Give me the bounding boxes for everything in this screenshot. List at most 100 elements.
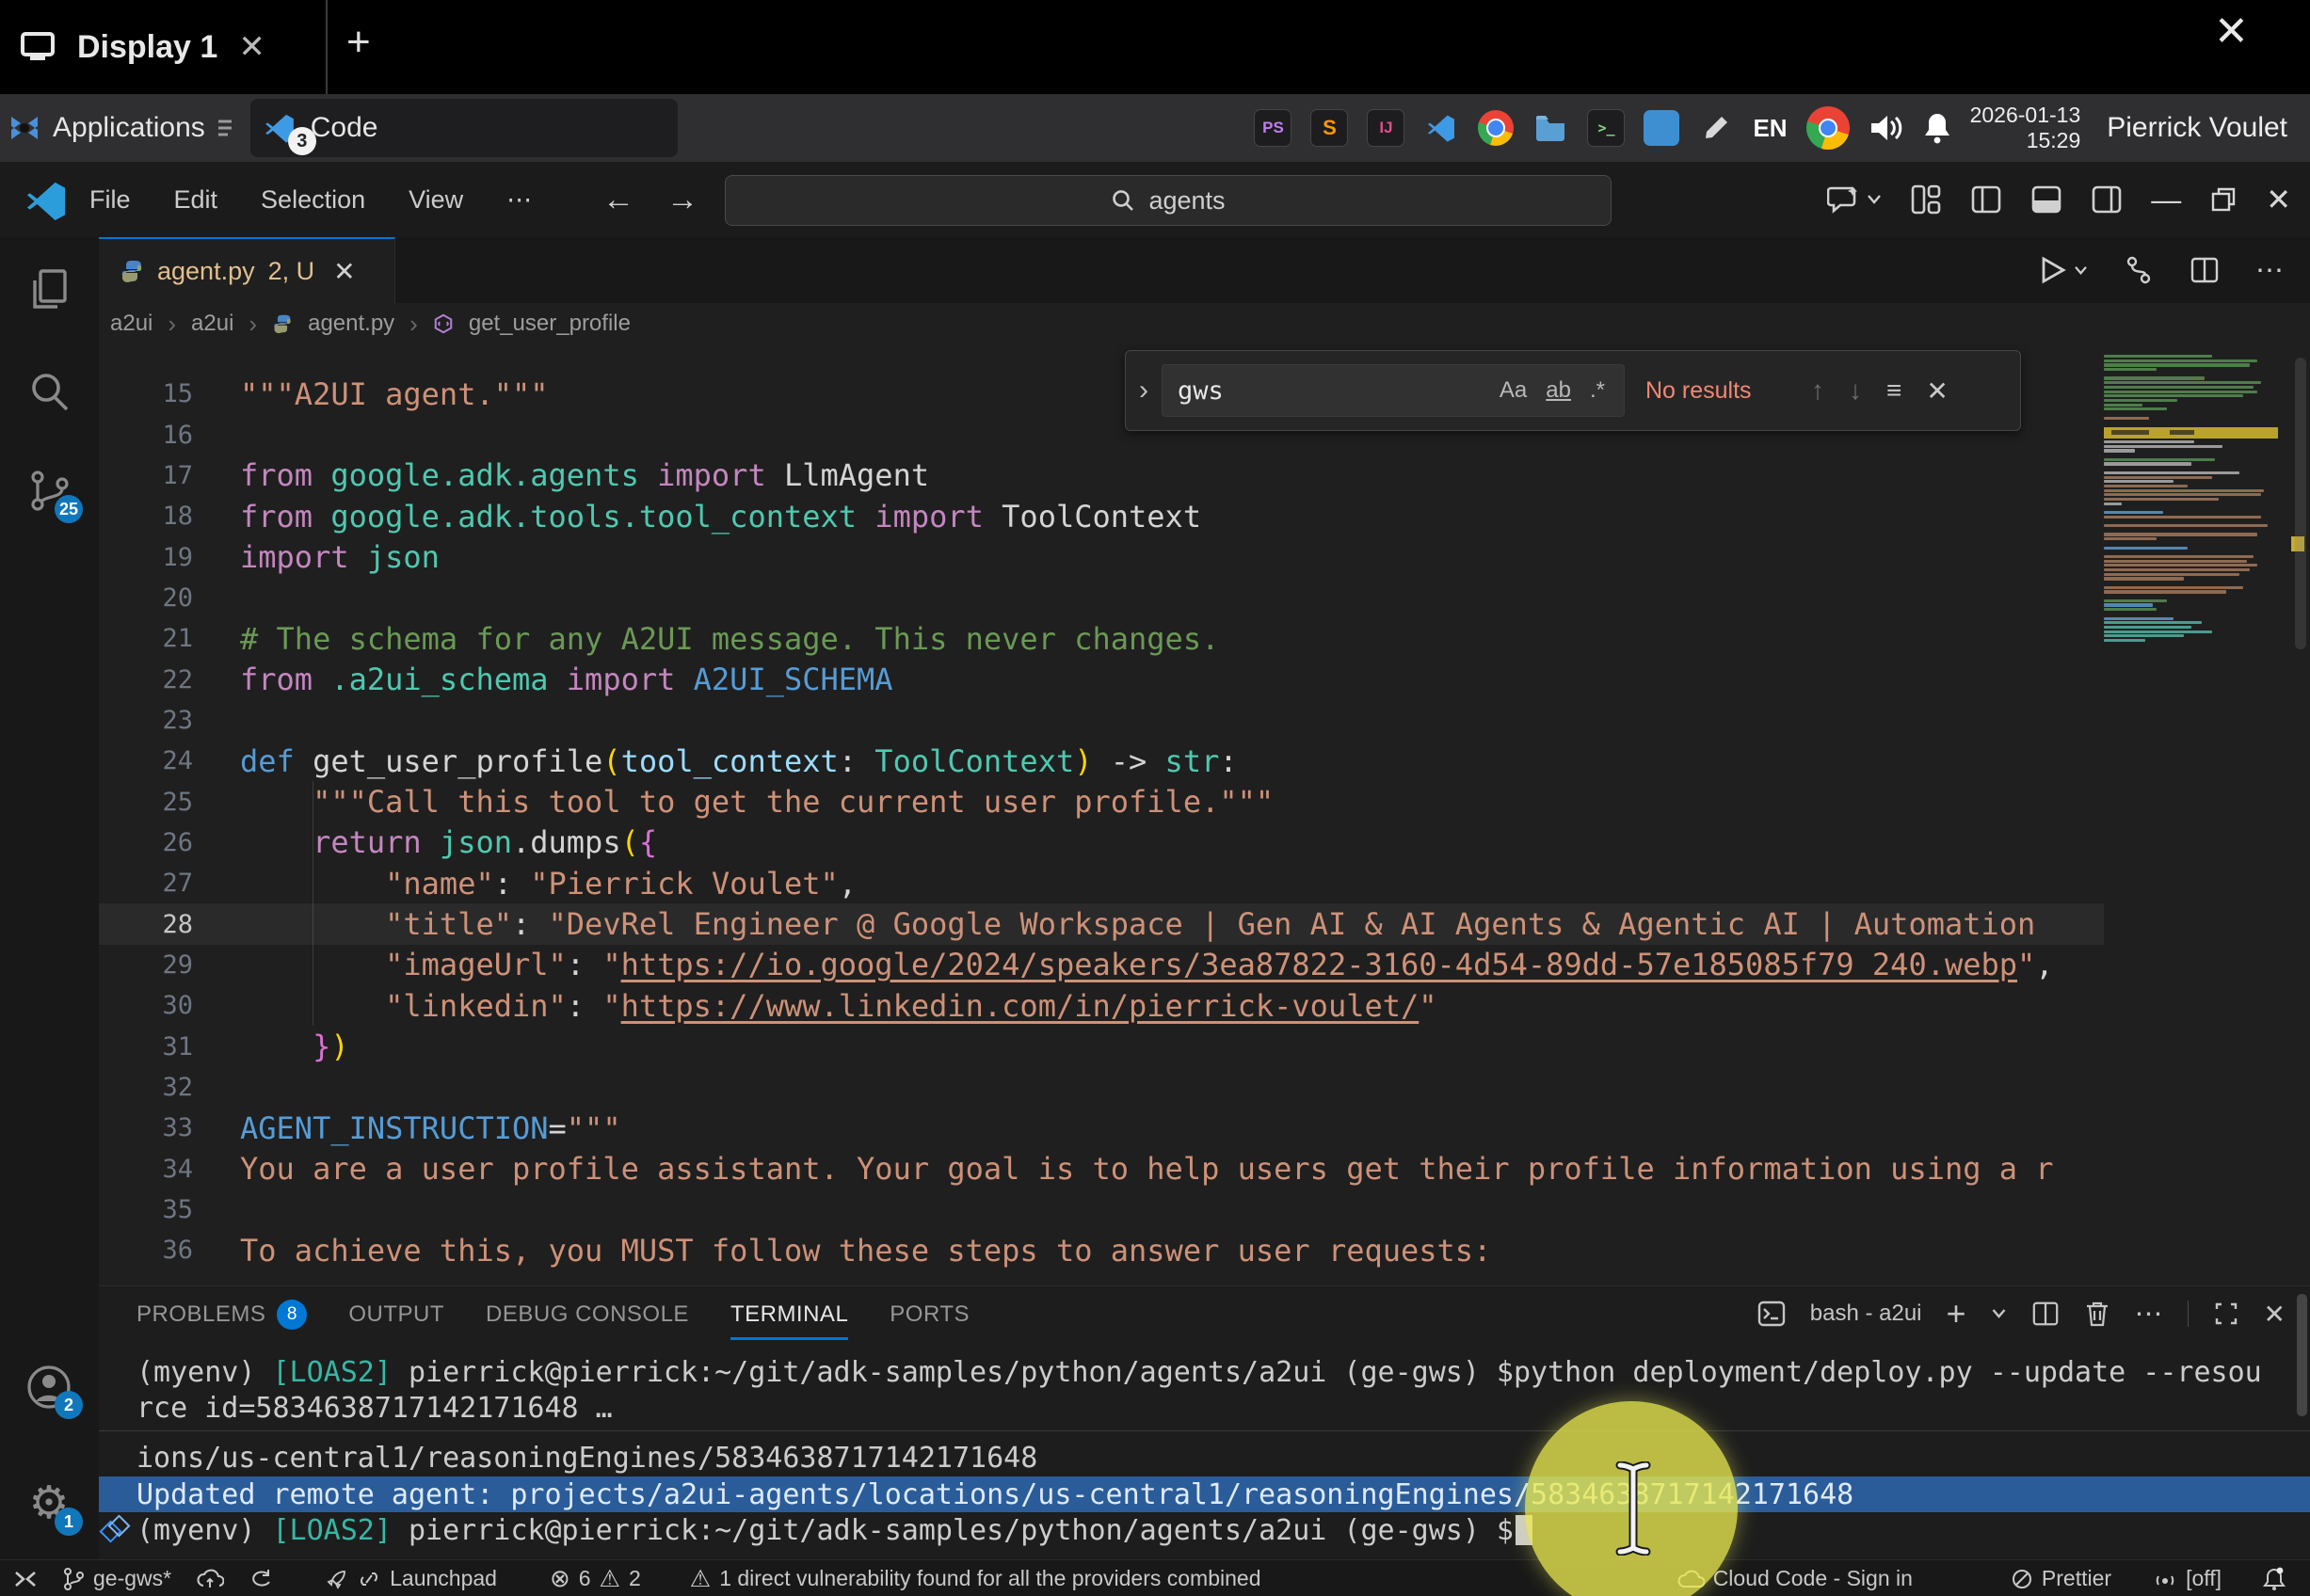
menu-file[interactable]: File (89, 185, 131, 215)
panel-tab-terminal[interactable]: TERMINAL (730, 1288, 848, 1340)
vulnerability-status[interactable]: ⚠ 1 direct vulnerability found for all t… (690, 1565, 1261, 1593)
code-line-28[interactable]: 28 "title": "DevRel Engineer @ Google Wo… (99, 903, 2104, 944)
viewer-close-button[interactable]: ✕ (2214, 8, 2249, 56)
customize-layout-icon[interactable] (1910, 184, 1942, 215)
terminal-output[interactable]: (myenv) [LOAS2] pierrick@pierrick:~/git/… (99, 1341, 2310, 1573)
vscode-tray-icon[interactable] (1423, 110, 1459, 146)
terminal-dropdown-icon[interactable] (1991, 1308, 2007, 1319)
terminal-line[interactable]: (myenv) [LOAS2] pierrick@pierrick:~/git/… (99, 1512, 2310, 1548)
problems-status[interactable]: ⊗ 6 ⚠ 2 (550, 1564, 641, 1593)
window-close-icon[interactable]: ✕ (2266, 182, 2291, 217)
code-line-36[interactable]: 36To achieve this, you MUST follow these… (99, 1230, 2104, 1270)
run-button[interactable] (2040, 256, 2088, 284)
code-line-30[interactable]: 30 "linkedin": "https://www.linkedin.com… (99, 985, 2104, 1026)
find-next-icon[interactable]: ↓ (1849, 375, 1862, 406)
menu-selection[interactable]: Selection (261, 185, 365, 215)
toggle-secondary-sidebar-icon[interactable] (2091, 184, 2123, 215)
code-line-22[interactable]: 22from .a2ui_schema import A2UI_SCHEMA (99, 659, 2104, 699)
restore-icon[interactable] (2209, 185, 2238, 214)
code-line-19[interactable]: 19import json (99, 536, 2104, 577)
code-line-25[interactable]: 25 """Call this tool to get the current … (99, 781, 2104, 822)
code-line-32[interactable]: 32 (99, 1067, 2104, 1108)
code-line-35[interactable]: 35 (99, 1189, 2104, 1230)
regex-toggle[interactable]: .* (1590, 377, 1605, 404)
terminal-title[interactable]: bash - a2ui (1810, 1301, 1922, 1327)
files-icon[interactable] (1532, 110, 1568, 146)
git-branch-status[interactable]: ge-gws* (62, 1566, 171, 1591)
minimap[interactable] (2104, 355, 2278, 644)
breadcrumb-symbol[interactable]: get_user_profile (469, 311, 631, 337)
minimize-icon[interactable]: — (2151, 183, 2181, 217)
code-line-26[interactable]: 26 return json.dumps({ (99, 822, 2104, 863)
code-line-21[interactable]: 21# The schema for any A2UI message. Thi… (99, 618, 2104, 659)
match-case-toggle[interactable]: Aa (1500, 377, 1527, 404)
search-sidebar-icon[interactable] (24, 367, 73, 416)
display-tab-close-icon[interactable]: ✕ (238, 28, 265, 66)
code-line-17[interactable]: 17from google.adk.agents import LlmAgent (99, 455, 2104, 496)
tab-close-icon[interactable]: ✕ (333, 256, 355, 287)
sync-status-icon[interactable] (249, 1568, 273, 1590)
terminal-tray-icon[interactable]: >_ (1587, 109, 1625, 147)
keyboard-layout-indicator[interactable]: EN (1753, 114, 1787, 143)
code-line-20[interactable]: 20 (99, 578, 2104, 618)
chromium-icon[interactable] (1478, 110, 1514, 146)
terminal-scrollbar[interactable] (2297, 1294, 2307, 1416)
go-back-icon[interactable]: ← (602, 182, 634, 218)
more-actions-icon[interactable]: ⋯ (2255, 254, 2284, 287)
close-panel-icon[interactable]: ✕ (2264, 1299, 2286, 1330)
find-input[interactable]: gws Aa ab .* (1162, 364, 1625, 417)
panel-tab-problems[interactable]: PROBLEMS8 (136, 1286, 307, 1342)
menu-edit[interactable]: Edit (174, 185, 218, 215)
phpstorm-icon[interactable]: PS (1254, 109, 1291, 147)
screencast-status[interactable]: [off] (2153, 1566, 2222, 1591)
terminal-line[interactable]: ions/us-central1/reasoningEngines/583463… (99, 1441, 2310, 1476)
toggle-sidebar-icon[interactable] (1970, 184, 2002, 215)
code-line-27[interactable]: 27 "name": "Pierrick Voulet", (99, 863, 2104, 903)
remote-indicator[interactable] (13, 1568, 38, 1590)
chrome-icon[interactable] (1806, 106, 1850, 150)
find-previous-icon[interactable]: ↑ (1811, 375, 1824, 406)
code-line-24[interactable]: 24def get_user_profile(tool_context: Too… (99, 741, 2104, 781)
menu-overflow-icon[interactable]: ⋯ (506, 185, 532, 215)
code-line-18[interactable]: 18from google.adk.tools.tool_context imp… (99, 496, 2104, 536)
panel-tab-output[interactable]: OUTPUT (348, 1288, 444, 1340)
terminal-line[interactable]: (myenv) [LOAS2] pierrick@pierrick:~/git/… (99, 1354, 2310, 1390)
taskbar-window-code[interactable]: 3 Code (250, 99, 678, 157)
code-line-31[interactable]: 31 }) (99, 1027, 2104, 1067)
source-control-graph-icon[interactable] (2124, 255, 2154, 285)
tab-agent-py[interactable]: agent.py 2, U ✕ (99, 237, 395, 303)
clock[interactable]: 2026-01-13 15:29 (1970, 103, 2081, 153)
explorer-icon[interactable] (24, 265, 73, 314)
terminal-line[interactable]: rce id=5834638717142171648 … (99, 1390, 2310, 1426)
kill-terminal-icon[interactable] (2084, 1300, 2110, 1328)
display-settings-icon[interactable] (1644, 110, 1679, 146)
chat-button[interactable] (1827, 184, 1882, 215)
breadcrumb-a2ui-2[interactable]: a2ui (191, 311, 233, 337)
find-expand-chevron-icon[interactable]: › (1139, 375, 1148, 407)
editor-scrollbar[interactable] (2295, 358, 2306, 649)
panel-more-icon[interactable]: ⋯ (2135, 1298, 2163, 1331)
split-terminal-icon[interactable] (2031, 1300, 2060, 1328)
toggle-panel-icon[interactable] (2030, 184, 2062, 215)
code-line-33[interactable]: 33AGENT_INSTRUCTION=""" (99, 1108, 2104, 1148)
accounts-icon[interactable]: 2 (24, 1363, 73, 1412)
go-forward-icon[interactable]: → (666, 182, 698, 218)
sublime-icon[interactable]: S (1310, 109, 1348, 147)
find-close-icon[interactable]: ✕ (1926, 375, 1948, 407)
applications-menu[interactable]: Applications (8, 111, 233, 145)
maximize-panel-icon[interactable] (2213, 1301, 2239, 1327)
panel-tab-ports[interactable]: PORTS (890, 1288, 970, 1340)
command-center-search[interactable]: agents (725, 175, 1612, 226)
launchpad-status[interactable]: Launchpad (326, 1566, 497, 1591)
notifications-status[interactable] (2263, 1567, 2286, 1591)
code-line-23[interactable]: 23 (99, 700, 2104, 741)
find-in-selection-icon[interactable]: ≡ (1886, 375, 1901, 406)
notifications-bell-icon[interactable] (1923, 112, 1951, 144)
split-editor-icon[interactable] (2190, 255, 2220, 285)
screenshot-pen-icon[interactable] (1698, 110, 1734, 146)
settings-gear-icon[interactable]: ⚙ 1 (24, 1479, 73, 1528)
code-editor[interactable]: 15"""A2UI agent."""1617from google.adk.a… (99, 344, 2310, 1285)
publish-changes-icon[interactable] (196, 1568, 224, 1590)
volume-icon[interactable] (1869, 112, 1904, 144)
new-terminal-icon[interactable]: + (1947, 1294, 1966, 1333)
